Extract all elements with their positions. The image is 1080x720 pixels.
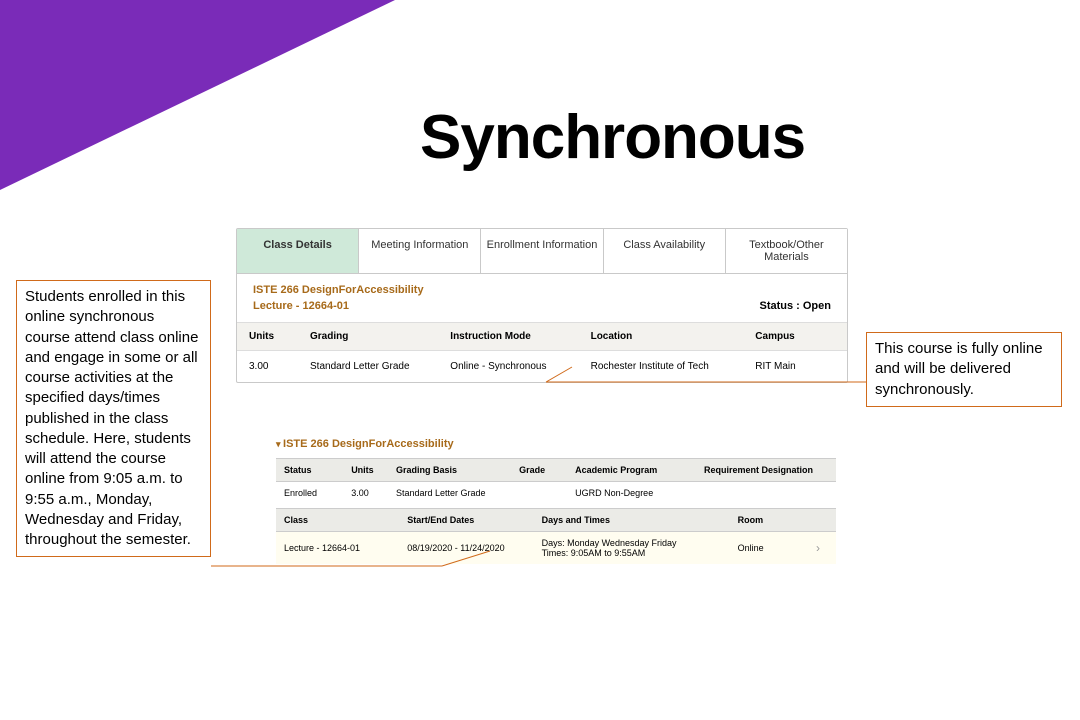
- cell-instruction-mode: Online - Synchronous: [438, 351, 578, 383]
- tab-class-availability[interactable]: Class Availability: [604, 229, 726, 273]
- category-label: Online: [263, 118, 350, 150]
- col-class: Class: [276, 509, 399, 532]
- section-label: Lecture - 12664-01: [253, 300, 349, 312]
- cell-campus: RIT Main: [743, 351, 847, 383]
- header-triangle: [0, 0, 395, 190]
- tab-bar: Class Details Meeting Information Enroll…: [237, 229, 847, 274]
- page-title: Synchronous: [420, 102, 805, 173]
- col-days-times: Days and Times: [534, 509, 730, 532]
- annotation-left: Students enrolled in this online synchro…: [16, 280, 211, 557]
- table-row: 3.00 Standard Letter Grade Online - Sync…: [237, 351, 847, 383]
- col-units: Units: [237, 323, 298, 351]
- col-campus: Campus: [743, 323, 847, 351]
- table-row[interactable]: Lecture - 12664-01 08/19/2020 - 11/24/20…: [276, 532, 836, 565]
- cell-room: Online: [730, 532, 808, 565]
- cell-dates: 08/19/2020 - 11/24/2020: [399, 532, 533, 565]
- meeting-table: Class Start/End Dates Days and Times Roo…: [276, 508, 836, 564]
- cell-grading-basis: Standard Letter Grade: [388, 482, 511, 505]
- class-details-panel: Class Details Meeting Information Enroll…: [236, 228, 848, 383]
- col-status: Status: [276, 459, 343, 482]
- cell-grading: Standard Letter Grade: [298, 351, 438, 383]
- table-row: Enrolled 3.00 Standard Letter Grade UGRD…: [276, 482, 836, 505]
- col-grading-basis: Grading Basis: [388, 459, 511, 482]
- col-grade: Grade: [511, 459, 567, 482]
- cell-location: Rochester Institute of Tech: [579, 351, 744, 383]
- annotation-right: This course is fully online and will be …: [866, 332, 1062, 407]
- cell-status: Enrolled: [276, 482, 343, 505]
- col-academic-program: Academic Program: [567, 459, 696, 482]
- cell-academic-program: UGRD Non-Degree: [567, 482, 696, 505]
- course-title: ISTE 266 DesignForAccessibility: [237, 274, 847, 298]
- cell-days-times: Days: Monday Wednesday Friday Times: 9:0…: [534, 532, 730, 565]
- col-requirement-designation: Requirement Designation: [696, 459, 836, 482]
- details-table: Units Grading Instruction Mode Location …: [237, 322, 847, 382]
- status-label: Status : Open: [759, 300, 831, 312]
- enrollment-table: Status Units Grading Basis Grade Academi…: [276, 458, 836, 504]
- tab-enrollment-information[interactable]: Enrollment Information: [481, 229, 603, 273]
- tab-textbook-materials[interactable]: Textbook/Other Materials: [726, 229, 847, 273]
- tab-meeting-information[interactable]: Meeting Information: [359, 229, 481, 273]
- col-location: Location: [579, 323, 744, 351]
- chevron-right-icon[interactable]: ›: [808, 532, 836, 565]
- col-grading: Grading: [298, 323, 438, 351]
- cell-grade: [511, 482, 567, 505]
- cell-units: 3.00: [343, 482, 388, 505]
- cell-class: Lecture - 12664-01: [276, 532, 399, 565]
- col-room: Room: [730, 509, 808, 532]
- cell-req-designation: [696, 482, 836, 505]
- col-instruction-mode: Instruction Mode: [438, 323, 578, 351]
- schedule-course-title[interactable]: ISTE 266 DesignForAccessibility: [276, 432, 836, 458]
- tab-class-details[interactable]: Class Details: [237, 229, 359, 273]
- col-dates: Start/End Dates: [399, 509, 533, 532]
- cell-units: 3.00: [237, 351, 298, 383]
- schedule-panel: ISTE 266 DesignForAccessibility Status U…: [276, 432, 836, 564]
- col-units: Units: [343, 459, 388, 482]
